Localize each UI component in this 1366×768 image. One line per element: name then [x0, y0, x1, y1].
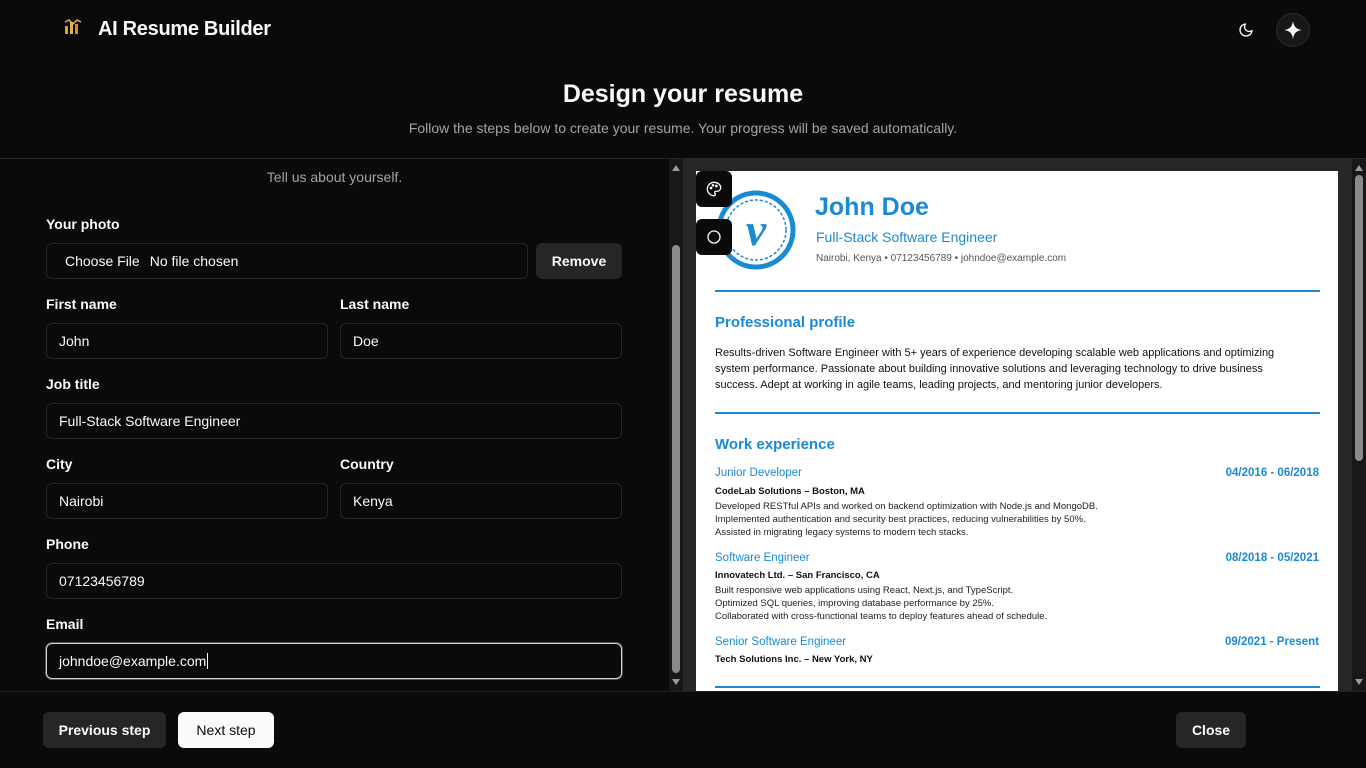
job-dates: 04/2016 - 06/2018 — [1225, 467, 1319, 479]
text-caret — [207, 653, 209, 669]
city-field[interactable]: Nairobi — [46, 483, 328, 519]
form-scrollbar[interactable] — [669, 159, 683, 691]
previous-step-button[interactable]: Previous step — [43, 712, 166, 748]
profile-summary: Results-driven Software Engineer with 5+… — [715, 347, 1275, 391]
top-bar: AI Resume Builder — [0, 0, 1366, 60]
section-divider — [715, 686, 1320, 688]
country-field[interactable]: Kenya — [340, 483, 622, 519]
work-heading: Work experience — [715, 436, 835, 453]
section-divider — [715, 412, 1320, 414]
job-bullet: Developed RESTful APIs and worked on bac… — [715, 501, 1098, 512]
job-title: Software Engineer — [715, 552, 810, 564]
job-title-field[interactable]: Full-Stack Software Engineer — [46, 403, 622, 439]
border-style-button[interactable] — [696, 219, 732, 255]
palette-icon — [706, 181, 722, 197]
email-value: johndoe@example.com — [59, 653, 207, 669]
scroll-down-arrow[interactable] — [1355, 679, 1363, 685]
app-title: AI Resume Builder — [98, 18, 271, 40]
section-divider — [715, 290, 1320, 292]
job-bullet: Built responsive web applications using … — [715, 585, 1014, 596]
resume-job-title: Full-Stack Software Engineer — [816, 229, 998, 245]
email-label: Email — [46, 616, 84, 632]
remove-photo-button[interactable]: Remove — [536, 243, 622, 279]
theme-toggle-button[interactable] — [1232, 16, 1260, 44]
preview-scroll-thumb[interactable] — [1355, 175, 1363, 461]
logo-icon — [64, 19, 82, 35]
job-company: Tech Solutions Inc. – New York, NY — [715, 654, 873, 665]
job-bullet: Implemented authentication and security … — [715, 514, 1086, 525]
job-title: Junior Developer — [715, 467, 802, 479]
resume-preview: v John Doe Full-Stack Software Engineer … — [696, 171, 1338, 691]
phone-field[interactable]: 07123456789 — [46, 563, 622, 599]
photo-file-input[interactable]: Choose File No file chosen — [46, 243, 528, 279]
divider — [0, 691, 1366, 692]
country-label: Country — [340, 456, 394, 472]
resume-preview-area: v John Doe Full-Stack Software Engineer … — [683, 159, 1353, 691]
scroll-up-arrow[interactable] — [1355, 165, 1363, 171]
next-step-button[interactable]: Next step — [178, 712, 274, 748]
job-dates: 09/2021 - Present — [1225, 636, 1319, 648]
close-button[interactable]: Close — [1176, 712, 1246, 748]
job-company: Innovatech Ltd. – San Francisco, CA — [715, 570, 880, 581]
assistant-button[interactable] — [1276, 13, 1310, 47]
profile-heading: Professional profile — [715, 314, 856, 331]
preview-scrollbar[interactable] — [1352, 159, 1366, 691]
job-title: Senior Software Engineer — [715, 636, 847, 648]
first-name-field[interactable]: John — [46, 323, 328, 359]
job-bullet: Optimized SQL queries, improving databas… — [715, 598, 994, 609]
page-title: Design your resume — [562, 80, 804, 108]
city-label: City — [46, 456, 73, 472]
color-picker-button[interactable] — [696, 171, 732, 207]
form-prompt: Tell us about yourself. — [266, 169, 403, 185]
circle-icon — [707, 230, 721, 244]
file-status: No file chosen — [149, 253, 239, 269]
last-name-label: Last name — [340, 296, 410, 312]
resume-name: John Doe — [815, 193, 929, 221]
page-subtitle: Follow the steps below to create your re… — [408, 120, 958, 136]
choose-file-button[interactable]: Choose File — [65, 253, 140, 269]
job-bullet: Collaborated with cross-functional teams… — [715, 611, 1048, 622]
job-bullet: Assisted in migrating legacy systems to … — [715, 527, 969, 538]
form-pane: Tell us about yourself. Your photo Choos… — [0, 159, 669, 691]
svg-text:v: v — [746, 204, 767, 255]
scroll-up-arrow[interactable] — [672, 165, 680, 171]
photo-label: Your photo — [46, 216, 120, 232]
phone-label: Phone — [46, 536, 89, 552]
form-scroll-thumb[interactable] — [672, 245, 680, 673]
moon-icon — [1239, 23, 1253, 37]
email-field[interactable]: johndoe@example.com — [46, 643, 622, 679]
last-name-field[interactable]: Doe — [340, 323, 622, 359]
job-company: CodeLab Solutions – Boston, MA — [715, 486, 865, 497]
sparkle-icon — [1283, 20, 1303, 40]
job-title-label: Job title — [46, 376, 100, 392]
job-dates: 08/2018 - 05/2021 — [1225, 552, 1319, 564]
first-name-label: First name — [46, 296, 117, 312]
resume-contact: Nairobi, Kenya • 07123456789 • johndoe@e… — [816, 253, 1067, 264]
scroll-down-arrow[interactable] — [672, 679, 680, 685]
